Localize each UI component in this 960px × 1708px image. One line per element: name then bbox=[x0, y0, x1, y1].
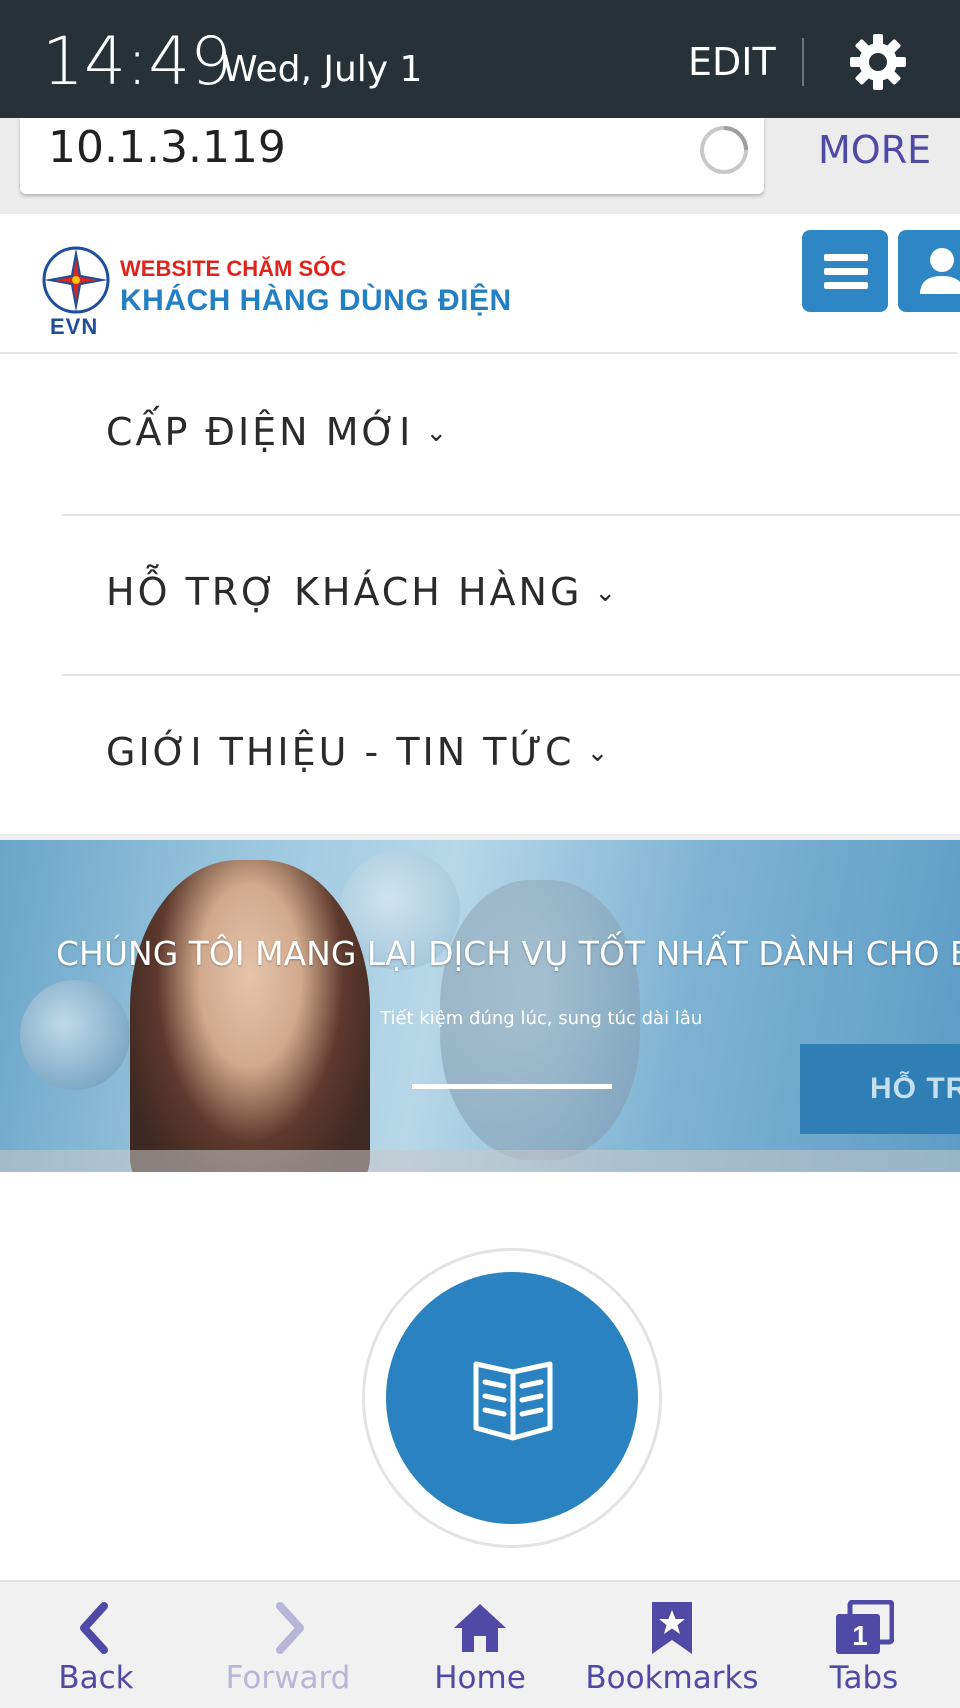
user-button[interactable] bbox=[898, 230, 960, 312]
hamburger-menu-icon bbox=[824, 254, 868, 261]
gear-icon[interactable] bbox=[846, 30, 910, 94]
tabs-button[interactable]: 1 Tabs bbox=[768, 1582, 960, 1708]
feature-circle-inner bbox=[386, 1272, 638, 1524]
forward-arrow-icon bbox=[276, 1602, 304, 1654]
back-arrow-icon bbox=[80, 1602, 108, 1654]
chevron-down-icon: ⌄ bbox=[425, 418, 448, 448]
hamburger-line bbox=[824, 268, 868, 275]
nav-label-1: CẤP ĐIỆN MỚI ⌄ bbox=[106, 406, 447, 459]
nav-label-3: GIỚI THIỆU - TIN TỨC ⌄ bbox=[106, 726, 608, 779]
banner-bottom-strip bbox=[0, 1150, 960, 1172]
status-date: Wed, July 1 bbox=[222, 49, 423, 90]
banner-divider bbox=[412, 1084, 612, 1089]
support-button[interactable]: HỖ TRỢ bbox=[800, 1044, 960, 1134]
hamburger-menu-button[interactable] bbox=[802, 230, 888, 312]
home-label: Home bbox=[434, 1660, 526, 1696]
forward-label: Forward bbox=[225, 1660, 351, 1696]
home-button[interactable]: Home bbox=[384, 1582, 576, 1708]
photo-person bbox=[130, 860, 370, 1172]
nav-item-label: GIỚI THIỆU - TIN TỨC bbox=[106, 730, 575, 774]
more-button[interactable]: MORE bbox=[818, 124, 931, 176]
browser-toolbar: Back Forward Home Bookmarks 1 Tabs bbox=[0, 1580, 960, 1708]
bookmarks-label: Bookmarks bbox=[585, 1660, 759, 1696]
nav-item-label: CẤP ĐIỆN MỚI bbox=[106, 410, 414, 454]
bookmarks-button[interactable]: Bookmarks bbox=[576, 1582, 768, 1708]
home-icon bbox=[454, 1604, 506, 1652]
bookmark-icon bbox=[652, 1602, 692, 1654]
nav-item-cap-dien-moi[interactable]: CẤP ĐIỆN MỚI ⌄ bbox=[62, 356, 960, 516]
banner-title: CHÚNG TÔI MANG LẠI DỊCH VỤ TỐT NHẤT DÀNH… bbox=[56, 934, 960, 973]
chevron-down-icon: ⌄ bbox=[594, 578, 617, 608]
url-text[interactable]: 10.1.3.119 bbox=[48, 120, 286, 176]
hero-banner: CHÚNG TÔI MANG LẠI DỊCH VỤ TỐT NHẤT DÀNH… bbox=[0, 840, 960, 1172]
logo-text: EVN bbox=[50, 314, 99, 339]
site-title: KHÁCH HÀNG DÙNG ĐIỆN bbox=[120, 284, 512, 317]
tabs-count: 1 bbox=[852, 1620, 868, 1651]
address-bar[interactable]: 10.1.3.119 bbox=[20, 118, 764, 194]
reload-icon[interactable] bbox=[696, 122, 752, 178]
hamburger-line bbox=[824, 282, 868, 289]
nav-item-ho-tro-khach-hang[interactable]: HỖ TRỢ KHÁCH HÀNG ⌄ bbox=[62, 516, 960, 676]
tabs-label: Tabs bbox=[829, 1660, 899, 1696]
site-subtitle: WEBSITE CHĂM SÓC bbox=[120, 256, 347, 281]
status-divider bbox=[802, 38, 804, 86]
banner-subtitle: Tiết kiệm đúng lúc, sung túc dài lâu bbox=[380, 1008, 703, 1029]
back-button[interactable]: Back bbox=[0, 1582, 192, 1708]
nav-item-gioi-thieu-tin-tuc[interactable]: GIỚI THIỆU - TIN TỨC ⌄ bbox=[62, 676, 960, 834]
globe-decoration bbox=[20, 980, 130, 1090]
back-label: Back bbox=[58, 1660, 134, 1696]
site-header: EVN WEBSITE CHĂM SÓC KHÁCH HÀNG DÙNG ĐIỆ… bbox=[0, 214, 960, 354]
status-bar: 14:49 Wed, July 1 EDIT bbox=[0, 0, 960, 118]
address-bar-area: 10.1.3.119 MORE bbox=[0, 118, 960, 214]
forward-button[interactable]: Forward bbox=[192, 1582, 384, 1708]
user-icon bbox=[920, 248, 960, 294]
open-book-icon bbox=[473, 1361, 553, 1441]
status-time: 14:49 bbox=[42, 23, 233, 100]
evn-logo-icon[interactable] bbox=[40, 244, 112, 316]
feature-circle[interactable] bbox=[362, 1248, 662, 1548]
edit-button[interactable]: EDIT bbox=[688, 38, 776, 86]
chevron-down-icon: ⌄ bbox=[586, 738, 609, 768]
nav-label-2: HỖ TRỢ KHÁCH HÀNG ⌄ bbox=[106, 566, 616, 619]
nav-item-label: HỖ TRỢ KHÁCH HÀNG bbox=[106, 570, 583, 614]
